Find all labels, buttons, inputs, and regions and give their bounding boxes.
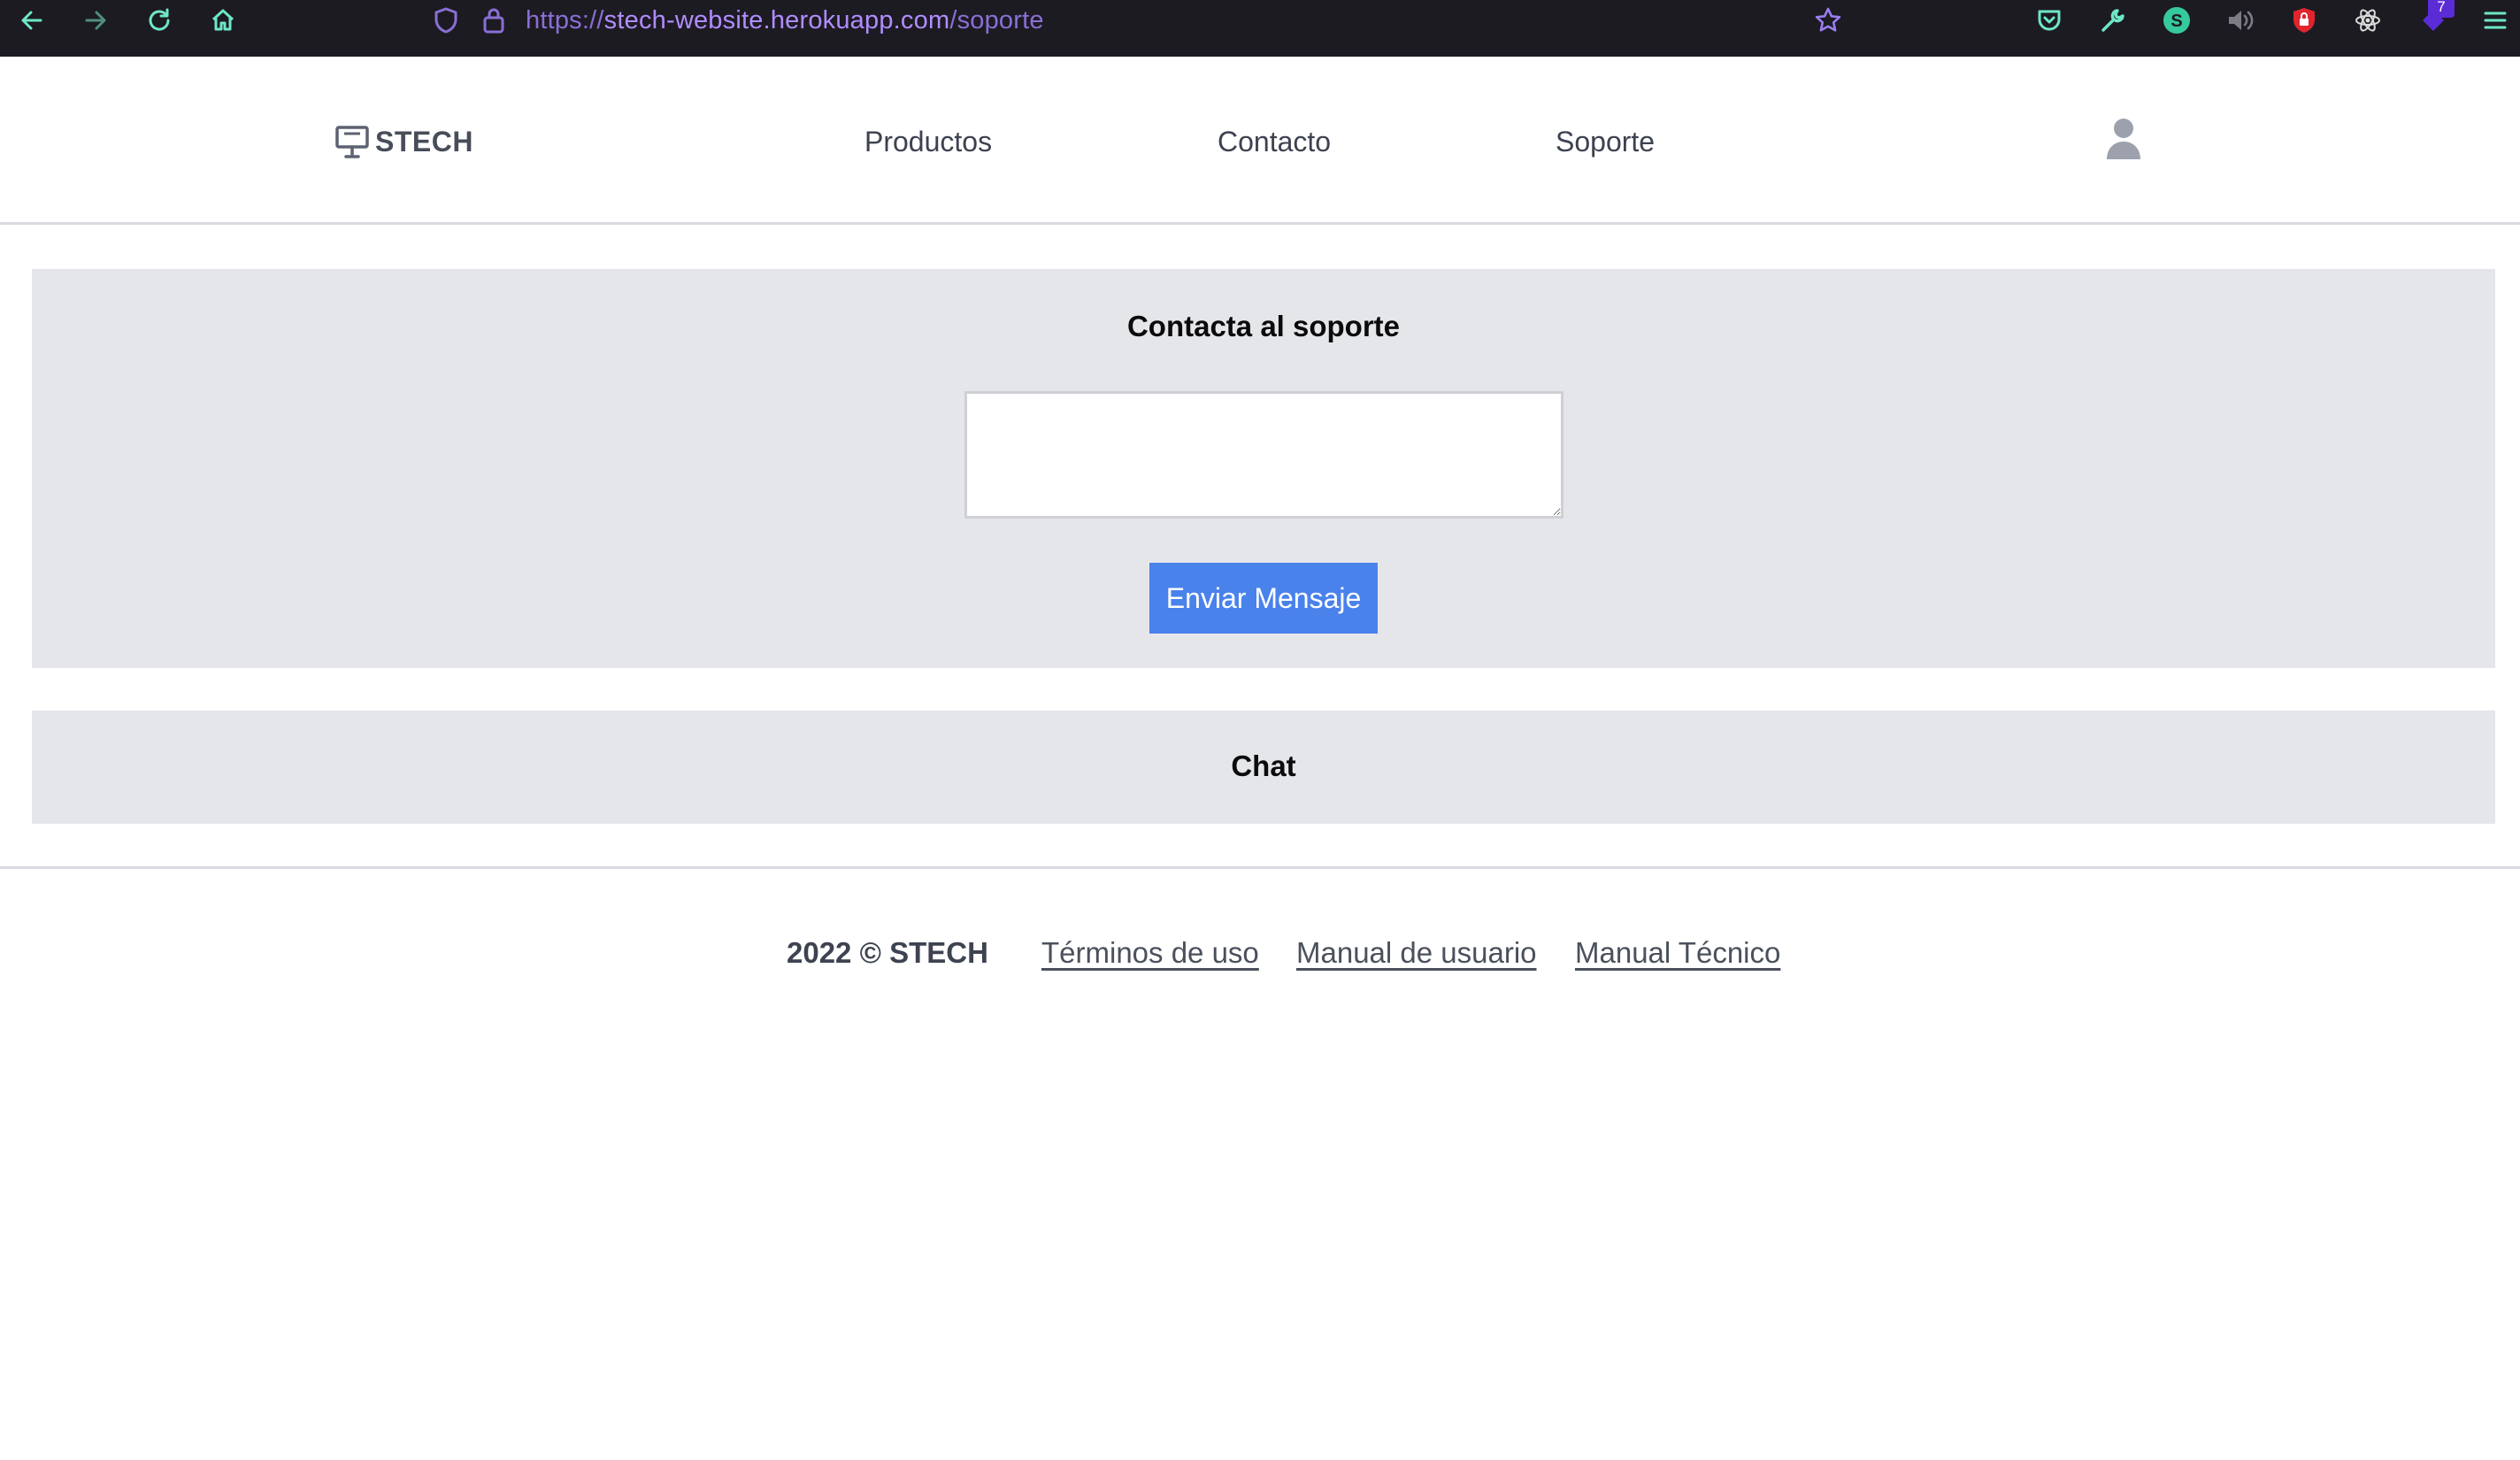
chat-panel: Chat xyxy=(32,711,2495,824)
forward-icon[interactable] xyxy=(76,0,115,41)
lock-icon[interactable] xyxy=(476,0,511,41)
wrench-icon[interactable] xyxy=(2095,0,2131,41)
url-host: stech-website.herokuapp.com xyxy=(603,6,950,35)
footer-link-terms[interactable]: Términos de uso xyxy=(1041,936,1259,970)
support-title: Contacta al soporte xyxy=(1126,310,1401,342)
shield-icon[interactable] xyxy=(428,0,464,41)
nav-link-productos[interactable]: Productos xyxy=(864,122,992,161)
home-icon[interactable] xyxy=(204,0,242,41)
reload-icon[interactable] xyxy=(140,0,179,41)
pocket-icon[interactable] xyxy=(2032,0,2067,41)
chat-title: Chat xyxy=(1231,749,1296,782)
site-logo[interactable]: STECH xyxy=(334,122,473,161)
s-extension-icon[interactable]: S xyxy=(2159,0,2194,41)
url-text[interactable]: https://stech-website.herokuapp.com/sopo… xyxy=(526,0,1044,41)
send-message-button[interactable]: Enviar Mensaje xyxy=(1149,563,1378,634)
user-avatar-icon[interactable] xyxy=(2106,117,2141,161)
speaker-icon[interactable] xyxy=(2223,0,2258,41)
extensions-count-badge: 7 xyxy=(2428,0,2455,18)
react-icon[interactable] xyxy=(2350,0,2386,41)
shield-lock-icon[interactable] xyxy=(2286,0,2322,41)
url-protocol: https:// xyxy=(526,6,604,35)
support-contact-panel: Contacta al soporte Enviar Mensaje xyxy=(32,269,2495,668)
footer-link-user-manual[interactable]: Manual de usuario xyxy=(1296,936,1537,970)
star-icon[interactable] xyxy=(1810,0,1846,41)
svg-text:S: S xyxy=(2170,12,2182,31)
logo-text: STECH xyxy=(375,125,473,158)
browser-toolbar: https://stech-website.herokuapp.com/sopo… xyxy=(0,0,2520,57)
menu-icon[interactable] xyxy=(2478,0,2513,41)
back-icon[interactable] xyxy=(12,0,51,41)
url-path: /soporte xyxy=(949,6,1044,35)
nav-link-contacto[interactable]: Contacto xyxy=(1218,122,1331,161)
monitor-icon xyxy=(335,126,369,158)
nav-link-soporte[interactable]: Soporte xyxy=(1556,122,1655,161)
support-message-textarea[interactable] xyxy=(964,391,1563,519)
site-header: STECH Productos Contacto Soporte xyxy=(0,57,2520,225)
footer-copyright: 2022 © STECH xyxy=(787,936,988,969)
site-footer: 2022 © STECH Términos de uso Manual de u… xyxy=(0,866,2520,1043)
footer-link-tech-manual[interactable]: Manual Técnico xyxy=(1575,936,1780,970)
